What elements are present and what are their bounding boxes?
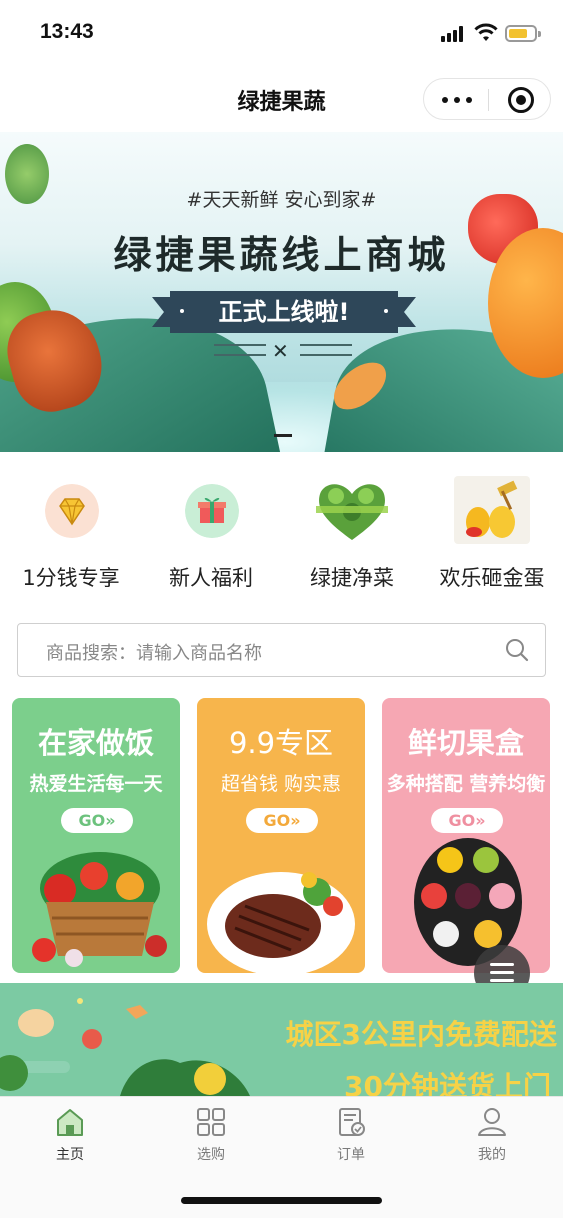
capsule-divider [488,89,489,111]
cellular-signal-icon [441,26,467,42]
promo-subtitle: 多种搭配 营养均衡 [386,773,546,795]
tab-home[interactable]: 主页 [0,1097,140,1177]
promo-card-fresh-fruit-box[interactable]: 鲜切果盒 多种搭配 营养均衡 GO» [382,698,550,973]
search-input[interactable]: 商品搜索：请输入商品名称 [17,623,546,677]
tab-label: 选购 [197,1147,225,1163]
tab-label: 订单 [337,1147,365,1163]
search-placeholder: 商品搜索：请输入商品名称 [46,643,262,664]
go-button[interactable]: GO» [431,808,503,833]
category-label: 欢乐砸金蛋 [439,566,545,590]
delivery-text: 30分钟送货上门 [344,1070,551,1096]
home-indicator [181,1197,382,1204]
vegetable-heart-icon [316,484,388,540]
category-label: 新人福利 [169,566,253,590]
delivery-text: 城区3公里内免费配送 [285,1018,557,1051]
ribbon-text: 正式上线啦! [218,298,350,326]
promo-title: 在家做饭 [37,726,154,760]
search-icon[interactable] [505,638,529,662]
banner-title: 绿捷果蔬线上商城 [113,232,450,277]
order-icon [339,1108,365,1136]
go-button[interactable]: GO» [61,808,133,833]
tab-label: 主页 [56,1147,84,1163]
promo-title: 9.9专区 [228,726,334,760]
more-icon[interactable] [442,91,474,107]
promo-card-home-cooking[interactable]: 在家做饭 热爱生活每一天 GO» [12,698,180,973]
utensils-icon: ✕ [214,339,354,363]
steak-plate-image [207,872,355,973]
status-time: 13:43 [40,20,94,43]
tab-profile[interactable]: 我的 [422,1097,562,1177]
mini-program-capsule [423,78,551,120]
vegetable-basket-image [32,852,167,967]
category-label: 绿捷净菜 [310,566,394,590]
delivery-banner[interactable]: 城区3公里内免费配送 30分钟送货上门 [0,983,563,1096]
go-button[interactable]: GO» [246,808,318,833]
gift-icon [185,484,239,538]
promo-subtitle: 热爱生活每一天 [29,773,163,795]
nav-bar: 绿捷果蔬 [0,66,563,132]
category-one-cent[interactable]: 1分钱专享 [1,468,141,598]
diamond-icon [45,484,99,538]
category-row: 1分钱专享 新人福利 绿捷净菜 欢乐砸金蛋 [0,468,563,598]
category-newcomer[interactable]: 新人福利 [141,468,281,598]
grid-icon [197,1108,225,1136]
golden-egg-icon [454,476,530,544]
status-bar: 13:43 [0,0,563,66]
tab-orders[interactable]: 订单 [281,1097,421,1177]
wifi-icon [474,23,498,41]
carousel-indicator [274,434,292,437]
hero-banner[interactable]: #天天新鲜 安心到家# 绿捷果蔬线上商城 正式上线啦! ✕ [0,132,563,452]
battery-icon [505,25,541,42]
banner-ribbon: 正式上线啦! [152,291,416,333]
tab-shop[interactable]: 选购 [141,1097,281,1177]
promo-subtitle: 超省钱 购实惠 [220,773,342,795]
category-golden-egg[interactable]: 欢乐砸金蛋 [422,468,562,598]
tab-label: 我的 [478,1147,506,1163]
banner-tagline: #天天新鲜 安心到家# [186,189,377,211]
category-label: 1分钱专享 [22,566,120,590]
close-miniprogram-icon[interactable] [508,87,534,113]
home-icon [57,1109,83,1136]
category-clean-veg[interactable]: 绿捷净菜 [282,468,422,598]
promo-card-9-9-zone[interactable]: 9.9专区 超省钱 购实惠 GO» [197,698,365,973]
vegetable-decoration [0,998,250,1096]
user-icon [478,1108,506,1136]
promo-title: 鲜切果盒 [407,726,524,760]
